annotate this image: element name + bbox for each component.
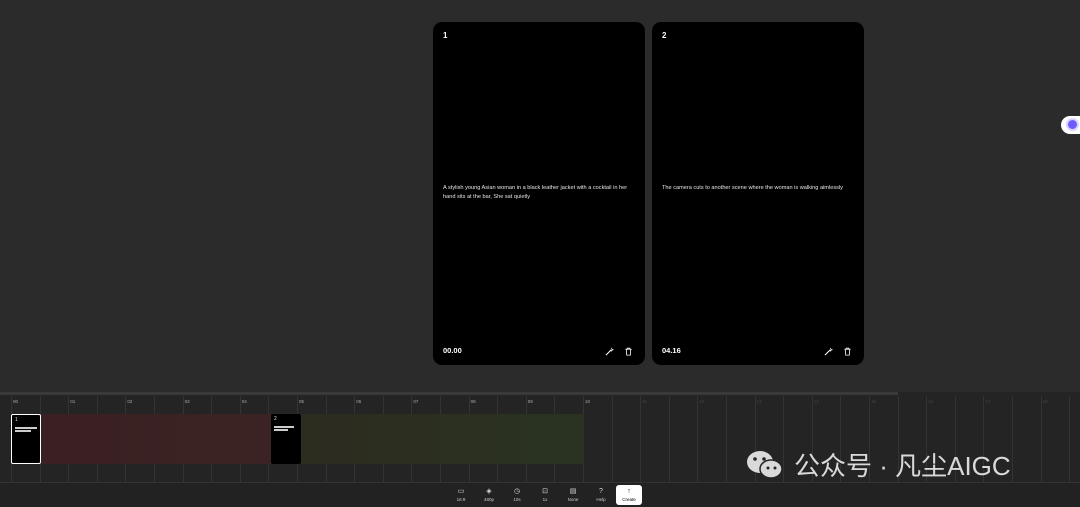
ruler-grid-line [726,396,727,482]
aspect-ratio-icon: ▭ [457,488,465,495]
timeline-scrubber[interactable] [0,392,898,395]
arrow-up-icon: ↑ [627,488,631,495]
style-icon: ▤ [569,488,577,495]
aspect-ratio-button[interactable]: ▭ 16:9 [447,485,475,505]
ruler-tick-label: 07 [413,399,419,404]
variations-button[interactable]: ⊡ 1x [531,485,559,505]
ruler-tick-label: 14 [813,399,819,404]
ruler-grid-line [1012,396,1013,482]
clip-track-segment-1[interactable] [11,414,271,464]
ruler-grid-line [668,396,670,482]
timeline-ruler[interactable]: 00 01 02 03 04 05 06 07 08 09 10 11 12 13 14 15 16 17 18 [0,396,1080,406]
scene-timestamp: 04.16 [662,346,681,355]
clip-number: 1 [15,417,18,423]
ruler-grid-line [1069,396,1071,482]
scene-description[interactable]: A stylish young Asian woman in a black l… [443,184,635,201]
ruler-tick-label: 15 [871,399,877,404]
clip-thumb-line [15,427,37,429]
ruler-tick-label: 16 [928,399,934,404]
scene-card-1[interactable]: 1 A stylish young Asian woman in a black… [433,22,645,365]
scene-timestamp: 00.00 [443,346,462,355]
timeline-clip-1[interactable]: 1 [11,414,41,464]
clip-thumb-line [274,426,294,428]
resolution-button[interactable]: ◈ 480p [475,485,503,505]
ruler-tick-label: 01 [70,399,76,404]
timeline-clip-2[interactable]: 2 [271,414,301,464]
create-button[interactable]: ↑ Create [616,485,642,505]
scene-card-2[interactable]: 2 The camera cuts to another scene where… [652,22,864,365]
ruler-tick-label: 11 [642,399,647,404]
ruler-grid-line [611,396,613,482]
ruler-tick-label: 18 [1042,399,1048,404]
ruler-tick-label: 03 [184,399,190,404]
bottom-toolbar: ▭ 16:9 ◈ 480p ◷ 10s ⊡ 1x ▤ None ? Help ↑ Create [0,482,1080,507]
help-button[interactable]: ? Help [587,485,615,505]
question-icon: ? [599,488,603,495]
ruler-tick-label: 00 [13,399,19,404]
wechat-logo-icon [744,448,786,482]
trash-icon[interactable] [623,346,633,356]
ruler-grid-line [1040,396,1042,482]
ruler-tick-label: 09 [527,399,533,404]
ruler-tick-label: 02 [127,399,133,404]
scene-number: 1 [443,31,448,40]
assistant-orb-icon[interactable] [1061,116,1080,134]
storyboard-canvas: 1 A stylish young Asian woman in a black… [0,0,1080,392]
watermark: 公众号 · 凡尘AIGC [744,446,1011,483]
watermark-text: 公众号 · 凡尘AIGC [794,451,1011,481]
resolution-icon: ◈ [486,488,492,495]
clip-thumb-line [274,429,288,431]
ruler-grid-line [697,396,699,482]
clip-number: 2 [274,416,277,422]
style-preset-button[interactable]: ▤ None [559,485,587,505]
wand-edit-icon[interactable] [604,346,614,356]
ruler-tick-label: 05 [299,399,305,404]
ruler-tick-label: 13 [756,399,762,404]
ruler-grid-line [640,396,642,482]
ruler-tick-label: 12 [699,399,705,404]
ruler-tick-label: 10 [585,399,591,404]
duration-button[interactable]: ◷ 10s [503,485,531,505]
clip-track-segment-2[interactable] [271,414,584,464]
trash-icon[interactable] [842,346,852,356]
variations-icon: ⊡ [542,488,548,495]
clock-icon: ◷ [513,488,521,495]
wand-edit-icon[interactable] [823,346,833,356]
scene-description[interactable]: The camera cuts to another scene where t… [662,184,854,193]
ruler-tick-label: 06 [356,399,362,404]
ruler-tick-label: 04 [241,399,247,404]
clip-thumb-line [15,430,31,432]
ruler-tick-label: 08 [470,399,476,404]
ruler-tick-label: 17 [985,399,991,404]
scene-number: 2 [662,31,667,40]
